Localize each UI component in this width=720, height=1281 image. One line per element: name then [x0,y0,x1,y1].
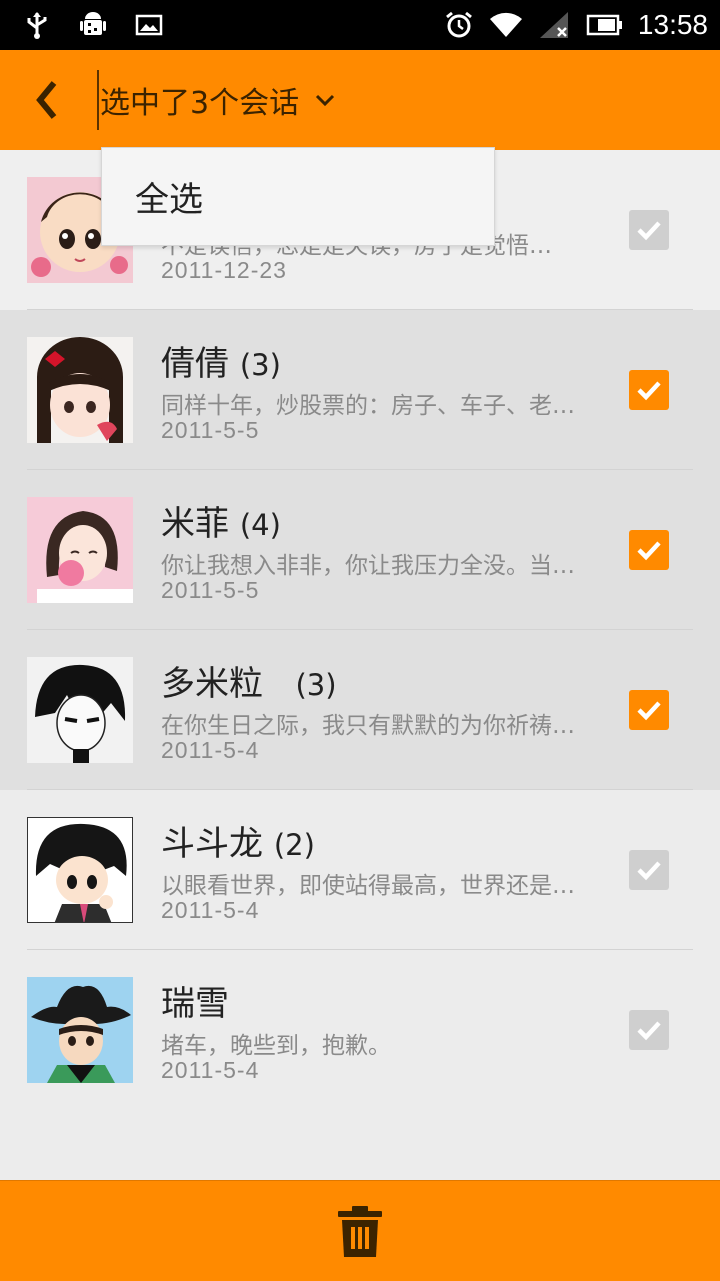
message-preview: 在你生日之际，我只有默默的为你祈祷… [161,713,575,739]
signal-icon [539,12,568,38]
message-preview: 堵车，晚些到，抱歉。 [161,1033,391,1059]
select-checkbox[interactable] [629,690,669,730]
conversation-list: 不是误信，忘是是失误，房子是觉悟… 2011-12-23 倩倩 (3) 同样十年… [0,150,720,1110]
contact-name: 米菲 (4) [161,504,281,544]
checkmark-icon [637,381,661,401]
contact-name: 瑞雪 [161,984,229,1024]
image-icon [135,14,163,36]
selection-title-spinner[interactable]: 选中了3个会话 [100,72,337,128]
message-date: 2011-5-4 [161,737,260,763]
selection-dropdown-menu: 全选 [101,147,495,246]
message-preview: 你让我想入非非，你让我压力全没。当你… [161,553,585,579]
usb-icon [27,12,47,39]
list-item[interactable]: 多米粒 (3) 在你生日之际，我只有默默的为你祈祷… 2011-5-4 [0,630,720,790]
message-date: 2011-5-5 [161,577,260,603]
selection-title: 选中了3个会话 [100,86,300,121]
alarm-icon [445,11,472,38]
checkmark-icon [637,701,661,721]
message-date: 2011-5-4 [161,897,260,923]
action-bar: 选中了3个会话 [0,50,720,150]
avatar [27,977,133,1083]
back-button[interactable] [26,75,70,125]
bottom-action-bar [0,1180,720,1281]
checkmark-icon [637,221,661,241]
title-divider [97,70,99,130]
message-preview: 以眼看世界，即使站得最高，世界还是那… [161,873,585,899]
select-checkbox[interactable] [629,850,669,890]
message-preview: 同样十年，炒股票的：房子、车子、老婆… [161,393,585,419]
avatar [27,497,133,603]
list-item[interactable]: 倩倩 (3) 同样十年，炒股票的：房子、车子、老婆… 2011-5-5 [0,310,720,470]
message-count: (3) [239,348,281,382]
select-checkbox[interactable] [629,1010,669,1050]
message-count: (2) [273,828,315,862]
contact-name: 斗斗龙 (2) [161,824,315,864]
status-bar: 13:58 [0,0,720,50]
contact-name: 多米粒 (3) [161,664,337,704]
message-date: 2011-5-5 [161,417,260,443]
avatar [27,817,133,923]
trash-icon [338,1206,382,1257]
delete-button[interactable] [334,1205,386,1259]
wifi-icon [489,12,522,37]
android-debug-icon [80,12,106,35]
message-count: (3) [295,668,337,702]
checkmark-icon [637,1021,661,1041]
menu-item-select-all[interactable]: 全选 [135,172,203,221]
list-item[interactable]: 斗斗龙 (2) 以眼看世界，即使站得最高，世界还是那… 2011-5-4 [0,790,720,950]
checkmark-icon [637,541,661,561]
avatar [27,657,133,763]
status-right-icons: 13:58 [444,0,708,50]
list-item[interactable]: 瑞雪 堵车，晚些到，抱歉。 2011-5-4 [0,950,720,1110]
message-date: 2011-12-23 [161,257,287,283]
status-left-icons [22,10,164,40]
select-checkbox[interactable] [629,530,669,570]
select-checkbox[interactable] [629,210,669,250]
select-checkbox[interactable] [629,370,669,410]
contact-name: 倩倩 (3) [161,344,281,384]
battery-icon [586,14,622,36]
clock: 13:58 [637,9,708,40]
chevron-down-icon [316,94,335,107]
checkmark-icon [637,861,661,881]
list-item[interactable]: 米菲 (4) 你让我想入非非，你让我压力全没。当你… 2011-5-5 [0,470,720,630]
chevron-left-icon [36,81,57,119]
message-count: (4) [239,508,281,542]
message-date: 2011-5-4 [161,1057,260,1083]
avatar [27,337,133,443]
